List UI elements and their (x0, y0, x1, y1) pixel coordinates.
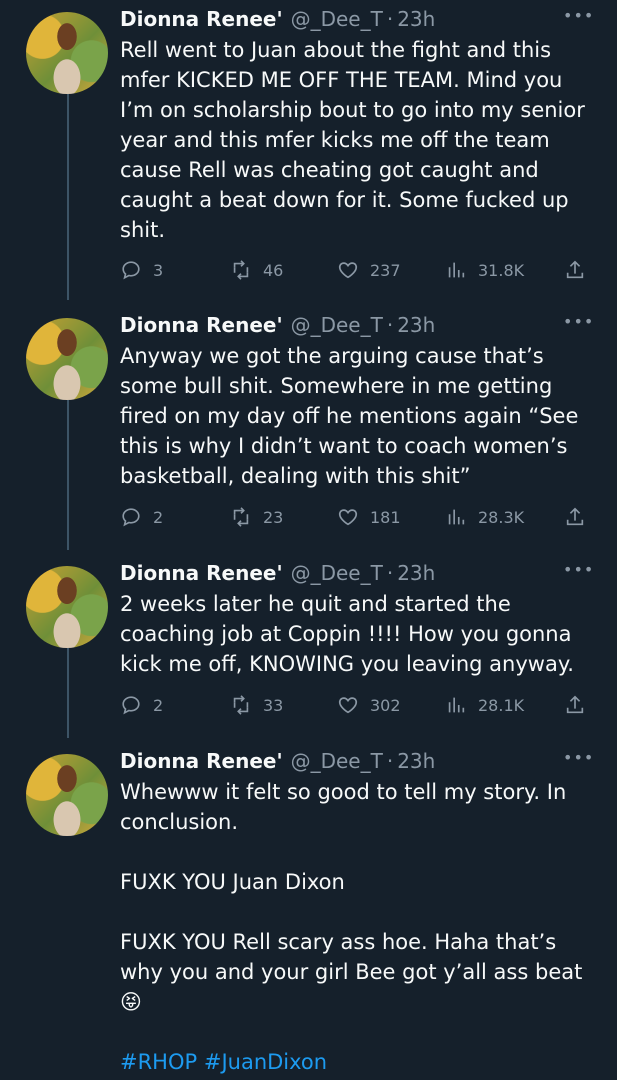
reply-count: 3 (153, 260, 164, 280)
tweet-header: Dionna Renee' @_Dee_T · 23h (120, 746, 435, 776)
more-options-icon[interactable]: ••• (563, 748, 593, 772)
reply-count: 2 (153, 507, 164, 527)
avatar[interactable] (26, 318, 108, 400)
separator-dot: · (386, 7, 394, 31)
views-icon (448, 262, 465, 278)
like-button[interactable]: 302 (337, 694, 401, 716)
retweet-count: 33 (263, 695, 284, 715)
reply-icon (122, 696, 140, 715)
retweet-button[interactable]: 33 (230, 694, 283, 716)
retweet-icon (233, 260, 249, 280)
timestamp[interactable]: 23h (397, 313, 435, 337)
timestamp[interactable]: 23h (397, 7, 435, 31)
reply-button[interactable]: 2 (120, 506, 163, 528)
author-name[interactable]: Dionna Renee' (120, 7, 283, 31)
like-count: 181 (370, 507, 401, 527)
reply-button[interactable]: 2 (120, 694, 163, 716)
retweet-icon (233, 507, 249, 527)
separator-dot: · (386, 749, 394, 773)
more-options-icon[interactable]: ••• (563, 6, 593, 30)
tweet-header: Dionna Renee' @_Dee_T · 23h (120, 558, 435, 588)
author-name[interactable]: Dionna Renee' (120, 749, 283, 773)
view-count: 31.8K (478, 260, 525, 280)
share-button[interactable] (564, 506, 597, 528)
timestamp[interactable]: 23h (397, 561, 435, 585)
share-button[interactable] (564, 259, 597, 281)
reply-count: 2 (153, 695, 164, 715)
retweet-button[interactable]: 23 (230, 506, 283, 528)
tweet-text: 2 weeks later he quit and started the co… (120, 592, 574, 676)
reply-icon (122, 508, 140, 527)
like-button[interactable]: 237 (337, 259, 401, 281)
view-count: 28.3K (478, 507, 525, 527)
avatar[interactable] (26, 12, 108, 94)
author-handle[interactable]: @_Dee_T (291, 313, 383, 337)
views-icon (448, 509, 465, 525)
like-count: 302 (370, 695, 401, 715)
tweet-actions: 3 46 237 31.8K (120, 257, 590, 283)
thread-line (67, 400, 69, 550)
author-name[interactable]: Dionna Renee' (120, 561, 283, 585)
like-count: 237 (370, 260, 401, 280)
author-handle[interactable]: @_Dee_T (291, 749, 383, 773)
heart-icon (338, 262, 358, 279)
retweet-button[interactable]: 46 (230, 259, 283, 281)
views-button[interactable]: 28.1K (445, 694, 524, 716)
view-count: 28.1K (478, 695, 525, 715)
thread-line (67, 648, 69, 738)
retweet-count: 23 (263, 507, 284, 527)
reply-button[interactable]: 3 (120, 259, 163, 281)
tweet-text: Anyway we got the arguing cause that’s s… (120, 344, 579, 488)
tweet-actions: 2 23 181 28.3K (120, 504, 590, 530)
author-handle[interactable]: @_Dee_T (291, 7, 383, 31)
views-button[interactable]: 31.8K (445, 259, 524, 281)
share-icon (566, 695, 584, 714)
separator-dot: · (386, 561, 394, 585)
avatar[interactable] (26, 754, 108, 836)
like-button[interactable]: 181 (337, 506, 401, 528)
tweet-text: Whewww it felt so good to tell my story.… (120, 780, 583, 1014)
separator-dot: · (386, 313, 394, 337)
heart-icon (338, 697, 358, 714)
author-name[interactable]: Dionna Renee' (120, 313, 283, 337)
more-options-icon[interactable]: ••• (563, 560, 593, 584)
author-handle[interactable]: @_Dee_T (291, 561, 383, 585)
reply-icon (122, 261, 140, 280)
hashtag-links[interactable]: #RHOP #JuanDixon (120, 1047, 590, 1077)
heart-icon (338, 509, 358, 526)
more-options-icon[interactable]: ••• (563, 312, 593, 336)
tweet-header: Dionna Renee' @_Dee_T · 23h (120, 310, 435, 340)
share-icon (566, 260, 584, 279)
tweet-text: Rell went to Juan about the fight and th… (120, 38, 585, 242)
retweet-count: 46 (263, 260, 284, 280)
views-icon (448, 697, 465, 713)
timestamp[interactable]: 23h (397, 749, 435, 773)
thread-line (67, 92, 69, 300)
retweet-icon (233, 695, 249, 715)
share-button[interactable] (564, 694, 597, 716)
tweet-actions: 2 33 302 28.1K (120, 692, 590, 718)
share-icon (566, 507, 584, 526)
views-button[interactable]: 28.3K (445, 506, 524, 528)
avatar[interactable] (26, 566, 108, 648)
tweet-header: Dionna Renee' @_Dee_T · 23h (120, 4, 435, 34)
